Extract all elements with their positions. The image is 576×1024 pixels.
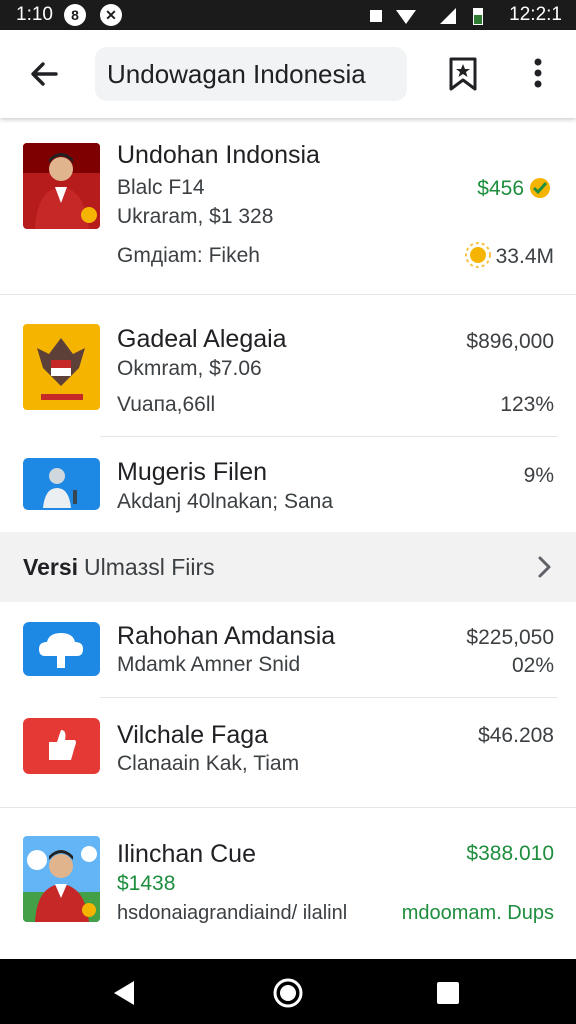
list-item[interactable]: Gadeal Alegaia Okmram, $7.06 Vuaпa,66ll …	[0, 296, 576, 438]
like-icon	[23, 718, 100, 774]
nav-home-icon[interactable]	[270, 975, 306, 1011]
item-subtitle: Akdanj 40lnakan; Sana	[117, 490, 333, 513]
nav-back-icon[interactable]	[106, 975, 142, 1011]
item-subtitle: Okmram, $7.06	[117, 357, 262, 380]
app-bar: Undowagan Indonesia	[0, 30, 576, 118]
item-detail: Vuaпa,66ll	[117, 393, 216, 416]
item-price: $46.208	[478, 724, 554, 747]
notification-icon: ✕	[100, 4, 122, 26]
divider	[100, 436, 558, 437]
item-title: Undohan Indonsia	[117, 141, 320, 169]
item-thumbnail	[23, 324, 100, 410]
status-bar: 1:10 8 ✕ 12:2:1	[0, 0, 576, 30]
item-thumbnail	[23, 458, 100, 510]
item-price: $388.010	[466, 842, 554, 865]
battery-icon	[473, 8, 483, 25]
item-price-small: $1438	[117, 872, 176, 895]
item-detail: hsdonaiagrandiaind/ ilalinl	[117, 902, 348, 924]
chevron-right-icon[interactable]	[532, 554, 556, 580]
back-arrow-icon[interactable]	[24, 54, 64, 94]
cloud-icon	[23, 622, 100, 676]
section-header[interactable]: Versi Ulmaзsl Fiirs	[0, 532, 576, 602]
item-subtitle: Mdamk Amner Snid	[117, 653, 301, 676]
notification-icon: 8	[64, 4, 86, 26]
item-percent: 123%	[500, 393, 554, 416]
section-label: Versi Ulmaзsl Fiirs	[23, 554, 215, 581]
more-vert-icon[interactable]	[526, 56, 550, 92]
list-item[interactable]: Vilchale Faga Clanaain Kak, Tiam $46.208	[0, 698, 576, 808]
item-title: Gadeal Alegaia	[117, 325, 287, 353]
item-percent: 02%	[511, 654, 554, 677]
item-title: Vilchale Faga	[117, 721, 269, 749]
system-icons	[370, 8, 456, 24]
navigation-bar	[0, 959, 576, 1024]
item-price: $896,000	[466, 330, 554, 353]
item-title: Ilinchan Cue	[117, 840, 256, 868]
list-item[interactable]: Ilinchan Cue $1438 hsdonaiagrandiaind/ i…	[0, 808, 576, 959]
section-subtitle: Ulmaзsl Fiirs	[84, 554, 215, 580]
section-title: Versi	[23, 554, 78, 580]
item-price: $225,050	[466, 626, 554, 649]
coin-icon	[530, 178, 550, 198]
status-clock: 12:2:1	[509, 4, 562, 25]
item-subtitle: Blalc F14	[117, 176, 205, 199]
item-price: $456	[477, 177, 524, 200]
status-time: 1:10	[16, 4, 53, 25]
item-percent: 9%	[523, 464, 554, 487]
item-subtitle: Clanaain Kak, Tiam	[117, 752, 300, 775]
divider	[0, 294, 576, 295]
list-item[interactable]: Rahohan Amdansia Mdamk Amner Snid $225,0…	[0, 602, 576, 698]
item-detail: Ukraram, $1 328	[117, 205, 274, 228]
item-title: Rahohan Amdansia	[117, 622, 336, 650]
bookmark-icon[interactable]	[446, 56, 480, 92]
list-item[interactable]: Mugeris Filen Akdanj 40lnakan; Sana 9%	[0, 438, 576, 532]
sun-icon	[465, 242, 491, 268]
item-count: 33.4M	[495, 245, 554, 268]
list-item[interactable]: Undohan Indonsia Blalc F14 Ukraram, $1 3…	[0, 118, 576, 296]
nav-recents-icon[interactable]	[430, 975, 466, 1011]
item-meta: Gmдiam: Fikeh	[117, 244, 260, 267]
item-title: Mugeris Filen	[117, 458, 268, 486]
item-thumbnail	[23, 836, 100, 922]
item-thumbnail	[23, 143, 100, 229]
item-tag: mdoomam. Dups	[401, 902, 554, 924]
search-input[interactable]: Undowagan Indonesia	[95, 47, 407, 101]
